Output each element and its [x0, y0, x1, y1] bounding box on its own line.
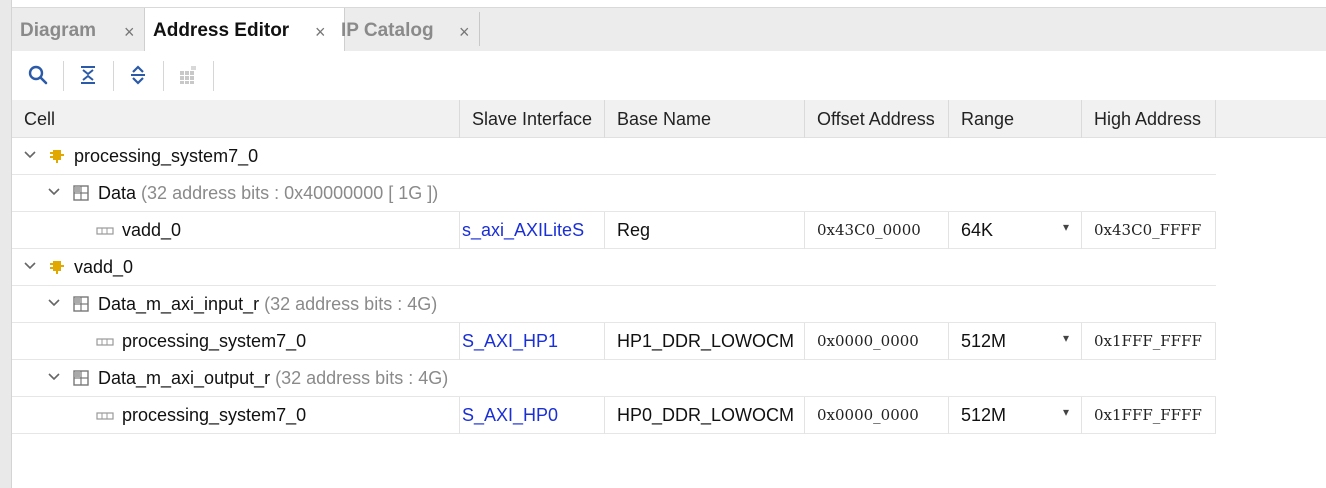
high-address: 0x43C0_FFFF [1094, 221, 1202, 239]
dropdown-arrow-icon: ▾ [1062, 331, 1069, 345]
toolbar [12, 51, 1326, 100]
dropdown-arrow-icon: ▾ [1062, 405, 1069, 419]
tab-diagram[interactable]: Diagram × [12, 8, 144, 52]
column-header-label: Slave Interface [472, 109, 593, 129]
base-name: HP0_DDR_LOWOCM [617, 405, 795, 425]
table-row[interactable]: Data_m_axi_output_r (32 address bits : 4… [12, 360, 1216, 397]
ip-instance-icon [50, 150, 64, 163]
chevron-down-icon[interactable] [23, 259, 37, 273]
offset-address[interactable]: 0x43C0_0000 [817, 221, 921, 239]
column-header-label: Range [961, 109, 1015, 129]
table-row[interactable]: vadd_0 s_axi_AXILiteS Reg 0x43C0_0000 64… [12, 212, 1216, 249]
slave-interface-link[interactable]: S_AXI_HP1 [462, 331, 558, 352]
toolbar-separator [163, 61, 164, 91]
chevron-down-icon[interactable] [23, 148, 37, 162]
column-header-label: Offset Address [817, 109, 935, 129]
table-row[interactable]: vadd_0 [12, 249, 1216, 286]
column-header-base-name[interactable]: Base Name [605, 100, 805, 138]
table-row[interactable]: processing_system7_0 S_AXI_HP1 HP1_DDR_L… [12, 323, 1216, 360]
cell-name: Data_m_axi_output_r (32 address bits : 4… [98, 368, 448, 389]
tab-ip-catalog-label: IP Catalog [341, 20, 434, 41]
search-icon [28, 65, 48, 85]
column-header-high-address[interactable]: High Address [1082, 100, 1216, 138]
cell-name: Data_m_axi_input_r (32 address bits : 4G… [98, 294, 437, 315]
dropdown-arrow-icon: ▾ [1062, 220, 1069, 234]
cell-name: processing_system7_0 [122, 331, 307, 351]
slave-interface-link[interactable]: S_AXI_HP0 [462, 405, 558, 426]
column-header-label: Base Name [617, 109, 712, 129]
toolbar-separator [63, 61, 64, 91]
range-select[interactable]: 512M ▾ [949, 397, 1082, 434]
toolbar-separator [213, 61, 214, 91]
left-panel-edge [0, 0, 12, 488]
expand-all-button[interactable] [124, 61, 152, 89]
column-header-label: Cell [24, 109, 56, 129]
search-button[interactable] [24, 61, 52, 89]
address-space-icon [73, 185, 89, 201]
cell-name: processing_system7_0 [74, 146, 259, 166]
column-header-offset-address[interactable]: Offset Address [805, 100, 949, 138]
range-select[interactable]: 64K ▾ [949, 212, 1082, 249]
range-value: 512M [961, 331, 1007, 351]
cell-name: vadd_0 [74, 257, 134, 277]
space-name: Data_m_axi_output_r [98, 368, 271, 388]
top-strip [12, 0, 1326, 7]
cell-name: processing_system7_0 [122, 405, 307, 425]
chevron-down-icon[interactable] [47, 370, 61, 384]
tab-ip-catalog[interactable]: IP Catalog × [333, 8, 479, 52]
table-row[interactable]: Data (32 address bits : 0x40000000 [ 1G … [12, 175, 1216, 212]
table-row[interactable]: processing_system7_0 [12, 138, 1216, 175]
address-space-icon [73, 296, 89, 312]
chevron-down-icon[interactable] [47, 185, 61, 199]
collapse-all-icon [81, 66, 95, 84]
column-header-label: High Address [1094, 109, 1202, 129]
space-details: (32 address bits : 0x40000000 [ 1G ]) [141, 183, 439, 203]
space-details: (32 address bits : 4G) [264, 294, 438, 314]
tab-address-editor-label: Address Editor [153, 20, 290, 41]
range-select[interactable]: 512M ▾ [949, 323, 1082, 360]
chevron-down-icon[interactable] [47, 296, 61, 310]
tab-diagram-close-icon[interactable]: × [124, 22, 135, 43]
base-name: HP1_DDR_LOWOCM [617, 331, 795, 351]
tab-separator [479, 12, 480, 46]
auto-assign-button[interactable] [174, 61, 202, 89]
column-header-cell[interactable]: Cell [12, 100, 460, 138]
high-address: 0x1FFF_FFFF [1094, 332, 1202, 350]
high-address: 0x1FFF_FFFF [1094, 406, 1202, 424]
column-header-range[interactable]: Range [949, 100, 1082, 138]
cell-name: vadd_0 [122, 220, 182, 240]
cell-name: Data (32 address bits : 0x40000000 [ 1G … [98, 183, 438, 204]
column-header-slave-interface[interactable]: Slave Interface [460, 100, 605, 138]
toolbar-separator [113, 61, 114, 91]
collapse-all-button[interactable] [74, 61, 102, 89]
table-header: Cell Slave Interface Base Name Offset Ad… [12, 100, 1326, 138]
table-row[interactable]: Data_m_axi_input_r (32 address bits : 4G… [12, 286, 1216, 323]
tab-diagram-label: Diagram [20, 20, 97, 41]
auto-assign-icon [180, 66, 196, 84]
expand-all-icon [131, 65, 145, 85]
space-name: Data [98, 183, 137, 203]
tab-address-editor[interactable]: Address Editor × [144, 8, 345, 53]
slave-interface-link[interactable]: s_axi_AXILiteS [462, 220, 584, 241]
tab-ip-catalog-close-icon[interactable]: × [459, 22, 470, 43]
space-details: (32 address bits : 4G) [275, 368, 449, 388]
address-space-icon [73, 370, 89, 386]
offset-address[interactable]: 0x0000_0000 [817, 332, 919, 350]
tab-address-editor-close-icon[interactable]: × [315, 22, 326, 43]
space-name: Data_m_axi_input_r [98, 294, 260, 314]
ip-instance-icon [50, 261, 64, 274]
base-name: Reg [617, 220, 651, 240]
range-value: 64K [961, 220, 994, 240]
offset-address[interactable]: 0x0000_0000 [817, 406, 919, 424]
range-value: 512M [961, 405, 1007, 425]
tab-bar: Diagram × Address Editor × IP Catalog × [12, 7, 1326, 53]
table-row[interactable]: processing_system7_0 S_AXI_HP0 HP0_DDR_L… [12, 397, 1216, 434]
